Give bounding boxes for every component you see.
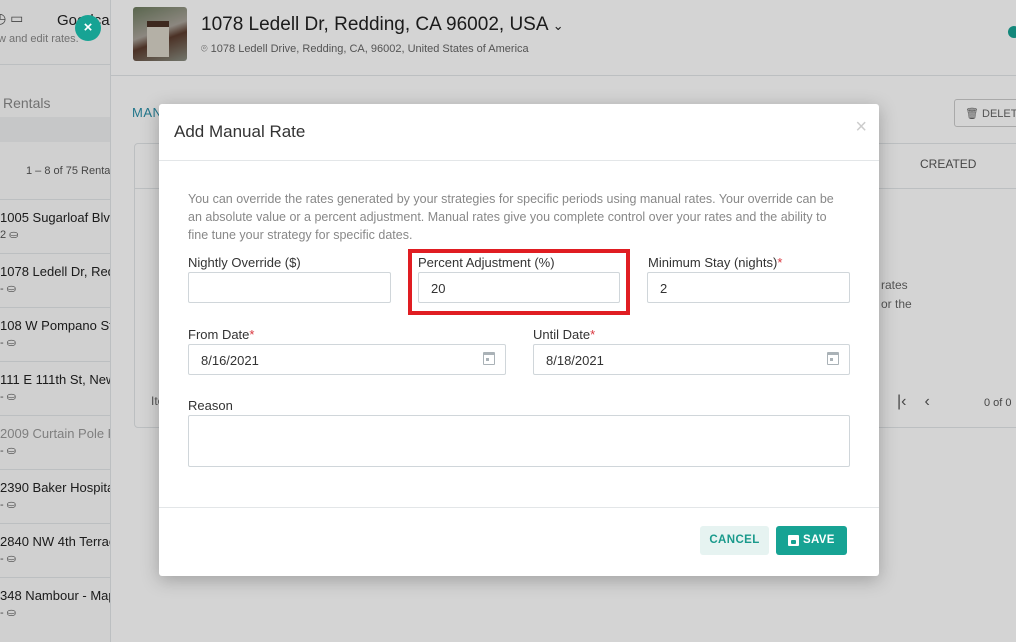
until-date-label-text: Until Date xyxy=(533,327,591,342)
close-drawer-icon[interactable]: × xyxy=(75,15,101,41)
dialog-description: You can override the rates generated by … xyxy=(188,192,834,242)
save-icon xyxy=(788,535,799,546)
until-date-field[interactable]: 8/18/2021 xyxy=(533,344,850,375)
minimum-stay-field[interactable]: 2 xyxy=(647,272,850,303)
divider xyxy=(159,507,879,508)
required-mark: * xyxy=(777,255,783,270)
until-date-value: 8/18/2021 xyxy=(546,353,604,368)
cancel-button[interactable]: CANCEL xyxy=(700,526,769,555)
from-date-label: From Date* xyxy=(188,327,254,342)
nightly-override-label: Nightly Override ($) xyxy=(188,255,301,270)
nightly-override-field[interactable] xyxy=(188,272,391,303)
required-mark: * xyxy=(249,327,255,342)
reason-field[interactable] xyxy=(188,415,850,467)
save-label: SAVE xyxy=(803,534,835,546)
reason-label: Reason xyxy=(188,398,233,413)
dialog-title: Add Manual Rate xyxy=(174,122,306,141)
minimum-stay-label: Minimum Stay (nights)* xyxy=(648,255,782,270)
calendar-icon[interactable] xyxy=(483,352,495,365)
calendar-icon[interactable] xyxy=(827,352,839,365)
from-date-value: 8/16/2021 xyxy=(201,353,259,368)
close-icon[interactable]: × xyxy=(855,116,867,139)
divider xyxy=(159,160,879,161)
required-mark: * xyxy=(590,327,596,342)
until-date-label: Until Date* xyxy=(533,327,595,342)
add-manual-rate-dialog: Add Manual Rate × You can override the r… xyxy=(159,104,879,576)
minimum-stay-label-text: Minimum Stay (nights) xyxy=(648,255,778,270)
highlight-box xyxy=(408,249,630,315)
save-button[interactable]: SAVE xyxy=(776,526,847,555)
from-date-field[interactable]: 8/16/2021 xyxy=(188,344,506,375)
from-date-label-text: From Date xyxy=(188,327,250,342)
